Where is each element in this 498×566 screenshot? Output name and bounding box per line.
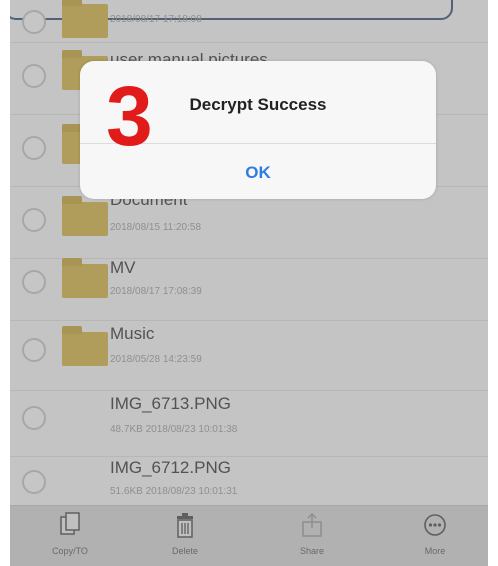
step-number-annotation: 3 (106, 69, 153, 163)
file-manager-screen: 2018/08/17 17:18:08 user manual pictures… (10, 0, 488, 566)
